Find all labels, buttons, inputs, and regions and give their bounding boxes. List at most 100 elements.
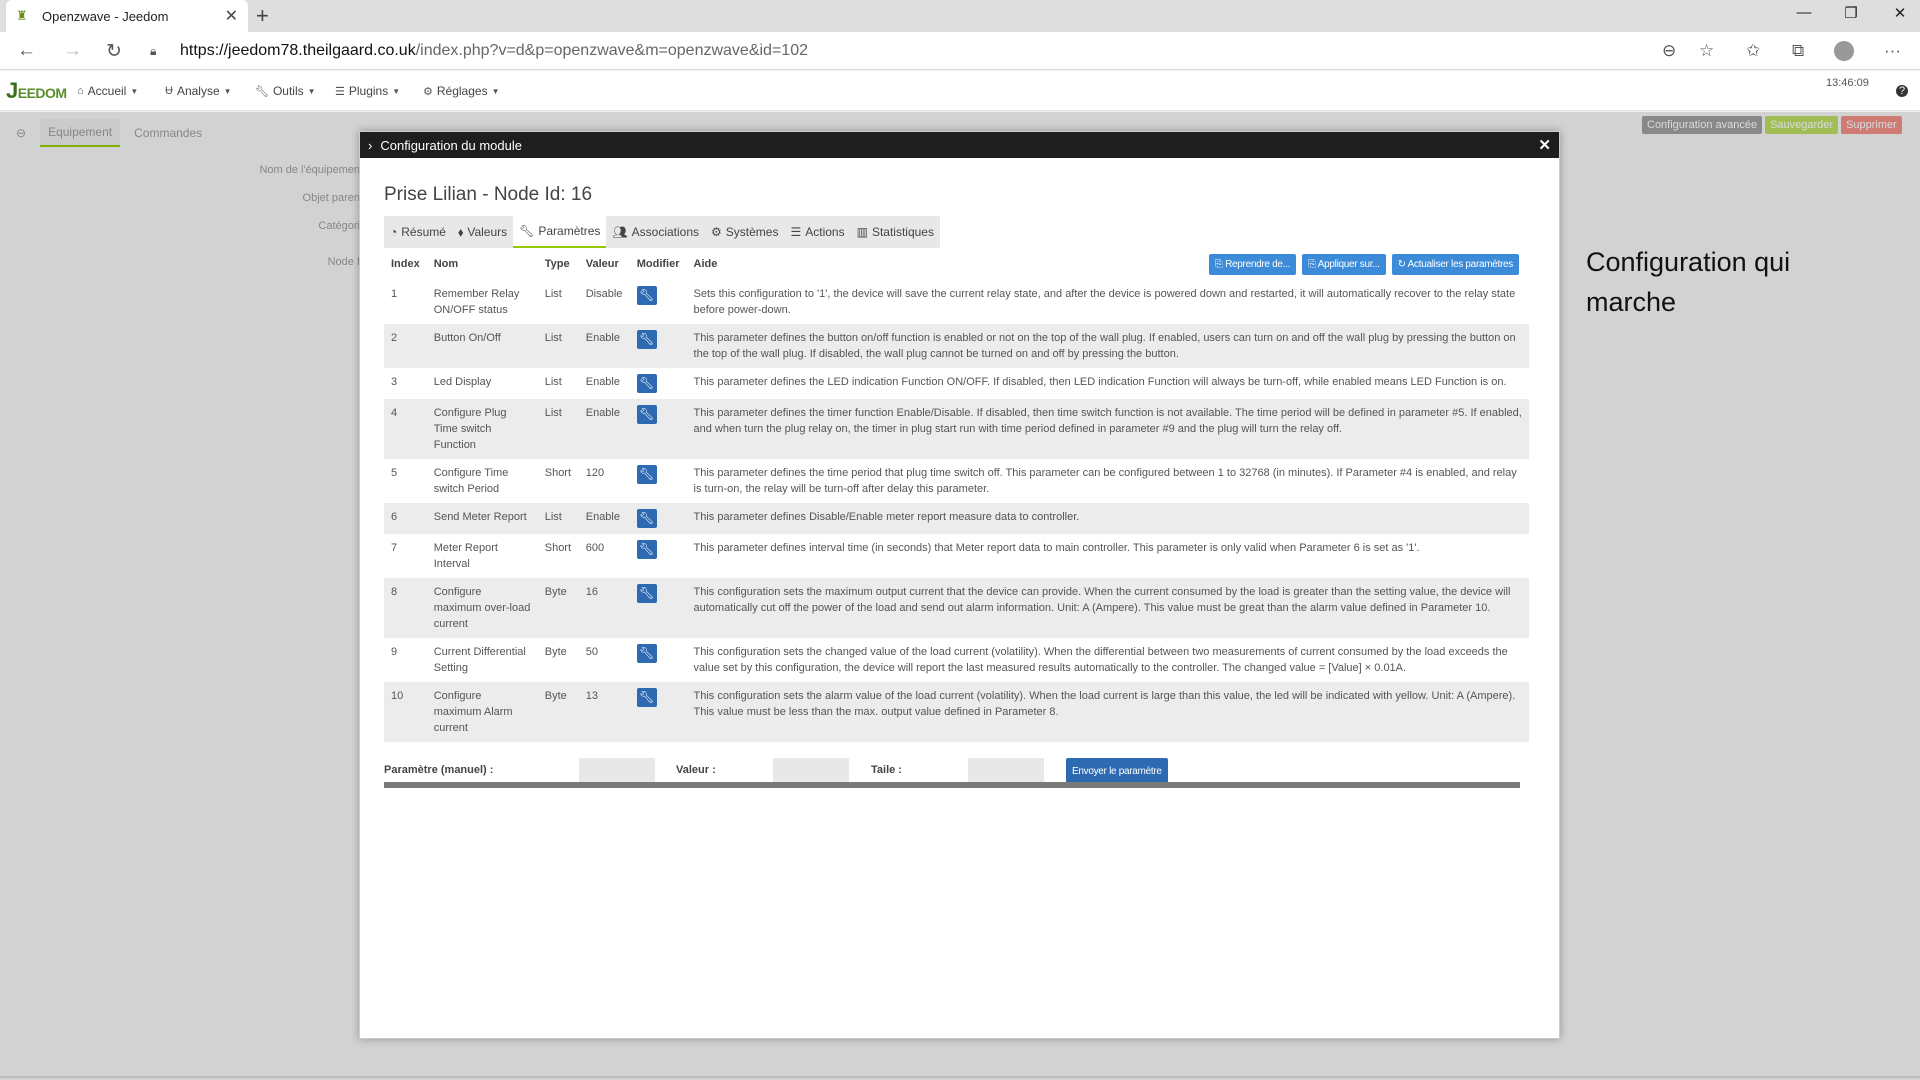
index-cell: 8 bbox=[384, 578, 427, 638]
value-cell: 120 bbox=[585, 467, 605, 479]
tachometer-icon: ◔ bbox=[390, 225, 398, 239]
help-cell: Sets this configuration to '1', the devi… bbox=[693, 288, 1516, 316]
tab-resume[interactable]: ◔ Résumé bbox=[384, 216, 452, 248]
edit-parameter-wrench-icon[interactable]: 🔧︎ bbox=[636, 644, 657, 663]
modal-header-title: Configuration du module bbox=[380, 137, 522, 153]
magnet-icon: Ʉ bbox=[165, 85, 173, 97]
tab-statistiques[interactable]: ▥ Statistiques bbox=[851, 216, 940, 248]
send-parameter-button[interactable]: Envoyer le paramètre bbox=[1066, 758, 1168, 785]
wrench-icon: 🔧︎ bbox=[255, 85, 269, 98]
tag-icon: ⬧ bbox=[457, 224, 464, 239]
index-cell: 5 bbox=[391, 467, 398, 479]
tab-systemes[interactable]: ⚙ Systèmes bbox=[705, 216, 784, 248]
url-host: https://jeedom78.theilgaard.co.uk bbox=[180, 42, 416, 59]
table-row: 9 Current Differential Setting Byte 50 🔧︎ Thi… bbox=[384, 638, 1529, 682]
zoom-icon[interactable]: ⊖ bbox=[1662, 41, 1676, 61]
type-cell: Short bbox=[544, 542, 572, 554]
back-icon[interactable]: ← bbox=[17, 40, 36, 62]
menu-analyse[interactable]: Ʉ Analyse ▼ bbox=[165, 84, 232, 98]
more-icon[interactable]: ··· bbox=[1884, 41, 1901, 61]
edit-parameter-wrench-icon[interactable]: 🔧︎ bbox=[636, 405, 657, 424]
help-cell: This configuration sets the changed valu… bbox=[693, 646, 1508, 674]
new-tab-icon[interactable]: + bbox=[256, 4, 269, 28]
help-icon[interactable]: ? bbox=[1896, 85, 1908, 97]
index-cell: 4 bbox=[384, 399, 427, 459]
chevron-right-icon: › bbox=[368, 137, 373, 153]
menu-plugins[interactable]: ☰ Plugins ▼ bbox=[335, 84, 400, 98]
index-cell: 6 bbox=[384, 503, 427, 534]
close-tab-icon[interactable]: ✕ bbox=[225, 6, 238, 26]
edit-parameter-wrench-icon[interactable]: 🔧︎ bbox=[636, 540, 657, 559]
table-row: 7 Meter Report Interval Short 600 🔧︎ This par… bbox=[384, 534, 1529, 578]
jeedom-favicon-icon: ♜ bbox=[16, 8, 28, 23]
menu-reglages[interactable]: ⚙ Réglages ▼ bbox=[423, 84, 500, 98]
value-cell: 600 bbox=[585, 542, 605, 554]
table-row: 3 Led Display List Enable 🔧︎ This parameter d… bbox=[384, 368, 1529, 399]
close-window-icon[interactable]: ✕ bbox=[1890, 4, 1910, 22]
value-cell: Enable bbox=[585, 376, 620, 388]
minimize-icon[interactable]: — bbox=[1794, 4, 1814, 21]
manual-value-input[interactable] bbox=[773, 758, 849, 784]
tab-valeurs[interactable]: ⬧ Valeurs bbox=[452, 216, 513, 248]
name-cell: Configure Plug Time switch Function bbox=[426, 399, 538, 459]
edit-parameter-wrench-icon[interactable]: 🔧︎ bbox=[636, 374, 657, 393]
favorites-icon[interactable]: ✩ bbox=[1746, 41, 1760, 61]
modify-cell: 🔧︎ bbox=[629, 682, 687, 742]
add-favorite-icon[interactable]: ☆ bbox=[1699, 41, 1714, 61]
edit-parameter-wrench-icon[interactable]: 🔧︎ bbox=[636, 286, 657, 305]
tab-parametres[interactable]: 🔧︎ Paramètres bbox=[513, 216, 607, 248]
manual-size-input[interactable] bbox=[968, 758, 1044, 784]
manual-size-label: Taile : bbox=[871, 764, 902, 776]
caret-down-icon: ▼ bbox=[130, 86, 139, 96]
manual-param-input[interactable] bbox=[579, 758, 655, 784]
url-field[interactable]: 🔒︎ https://jeedom78.theilgaard.co.uk/ind… bbox=[150, 36, 1650, 66]
help-cell: This parameter defines the button on/off… bbox=[686, 324, 1529, 368]
caret-down-icon: ▼ bbox=[307, 86, 316, 96]
tab-actions[interactable]: ☰ Actions bbox=[784, 216, 850, 248]
manual-param-label: Paramètre (manuel) : bbox=[384, 764, 494, 776]
value-cell: 13 bbox=[578, 682, 630, 742]
menu-accueil[interactable]: ⌂ Accueil ▼ bbox=[77, 84, 138, 98]
menu-outils[interactable]: 🔧︎ Outils ▼ bbox=[255, 84, 316, 98]
profile-avatar[interactable] bbox=[1834, 41, 1854, 61]
browser-tab[interactable]: ♜ Openzwave - Jeedom ✕ bbox=[6, 0, 248, 32]
col-type: Type bbox=[544, 258, 570, 270]
parameter-action-buttons: ⎘ Reprendre de... ⎘ Appliquer sur... ↻ A… bbox=[1208, 254, 1519, 275]
home-icon: ⌂ bbox=[77, 85, 84, 97]
appliquer-button[interactable]: ⎘ Appliquer sur... bbox=[1302, 254, 1386, 275]
jeedom-logo[interactable]: JEEDOM bbox=[6, 78, 67, 104]
type-cell: List bbox=[537, 324, 579, 368]
module-config-modal: › Configuration du module ✕ Prise Lilian … bbox=[359, 131, 1560, 1039]
type-cell: List bbox=[537, 503, 579, 534]
help-cell: This configuration sets the alarm value … bbox=[686, 682, 1529, 742]
edit-parameter-wrench-icon[interactable]: 🔧︎ bbox=[636, 465, 657, 484]
help-cell: This parameter defines the timer functio… bbox=[686, 399, 1529, 459]
caret-down-icon: ▼ bbox=[491, 86, 500, 96]
col-value: Valeur bbox=[585, 258, 619, 270]
modify-cell: 🔧︎ bbox=[630, 280, 687, 324]
name-cell: Send Meter Report bbox=[426, 503, 538, 534]
value-cell: Enable bbox=[578, 399, 630, 459]
collections-icon[interactable]: ⧉ bbox=[1792, 41, 1804, 61]
close-icon[interactable]: ✕ bbox=[1538, 136, 1551, 154]
clock: 13:46:09 bbox=[1826, 77, 1869, 89]
reload-icon[interactable]: ↻ bbox=[106, 40, 122, 63]
value-cell: 16 bbox=[578, 578, 630, 638]
browser-tab-bar bbox=[0, 0, 1920, 32]
caret-down-icon: ▼ bbox=[392, 86, 401, 96]
actualiser-button[interactable]: ↻ Actualiser les paramètres bbox=[1391, 254, 1519, 275]
type-cell: List bbox=[544, 288, 562, 300]
restore-icon[interactable]: ❐ bbox=[1841, 4, 1861, 22]
horizontal-scrollbar[interactable] bbox=[384, 782, 1520, 788]
edit-parameter-wrench-icon[interactable]: 🔧︎ bbox=[636, 584, 657, 603]
table-row: 2 Button On/Off List Enable 🔧︎ This parameter… bbox=[384, 324, 1529, 368]
forward-icon[interactable]: → bbox=[63, 40, 82, 62]
value-cell: 50 bbox=[585, 646, 598, 658]
help-cell: This parameter defines the LED indicatio… bbox=[693, 376, 1507, 388]
tab-associations[interactable]: 👥︎ Associations bbox=[606, 216, 705, 248]
edit-parameter-wrench-icon[interactable]: 🔧︎ bbox=[636, 688, 657, 707]
edit-parameter-wrench-icon[interactable]: 🔧︎ bbox=[636, 509, 657, 528]
edit-parameter-wrench-icon[interactable]: 🔧︎ bbox=[636, 330, 657, 349]
reprendre-button[interactable]: ⎘ Reprendre de... bbox=[1208, 254, 1297, 275]
modify-cell: 🔧︎ bbox=[630, 534, 687, 578]
